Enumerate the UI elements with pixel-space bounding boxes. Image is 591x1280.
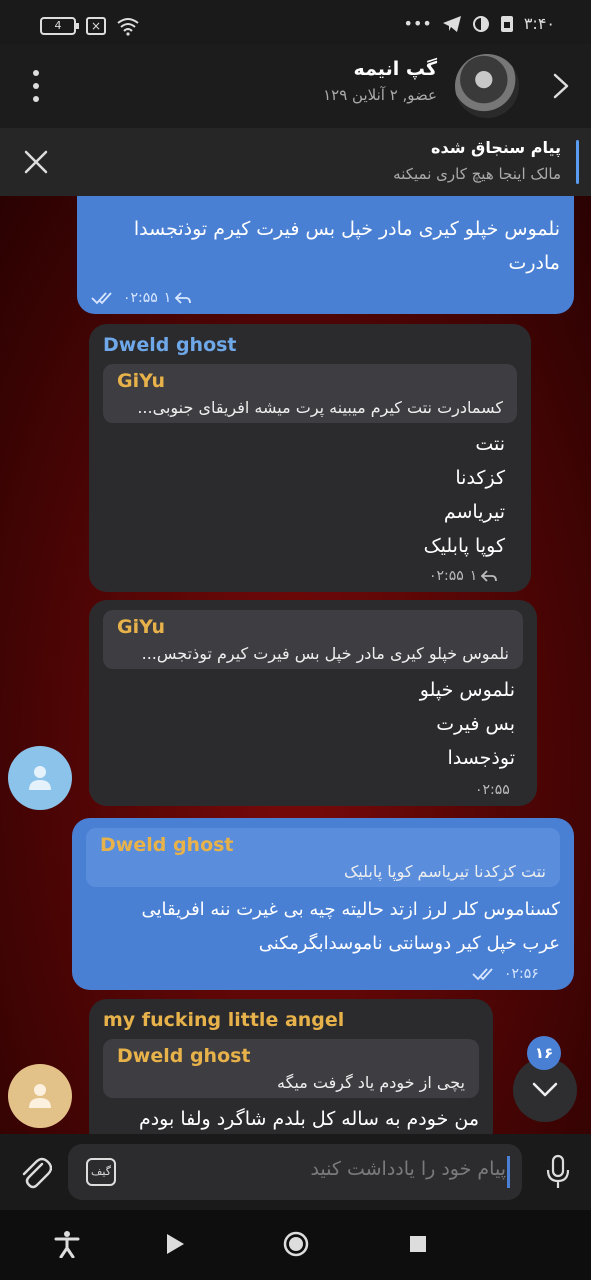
reply-sender: Dweld ghost bbox=[100, 834, 234, 856]
attach-icon[interactable] bbox=[18, 1154, 52, 1190]
chat-header: گپ انیمه ۱۲۹ عضو, ۲ آنلاین bbox=[0, 44, 591, 128]
reply-arrow-icon bbox=[175, 292, 192, 304]
user-icon bbox=[29, 1084, 51, 1108]
message-bubble[interactable]: my fucking little angel Dweld ghost یچی … bbox=[89, 999, 493, 1134]
message-meta: ۰۲:۵۵ ۱ bbox=[91, 290, 192, 306]
reply-count[interactable]: ۱ bbox=[470, 568, 499, 584]
close-icon[interactable] bbox=[20, 146, 52, 178]
message-line: نتت bbox=[475, 433, 505, 455]
sender-avatar[interactable] bbox=[8, 1064, 72, 1128]
message-time: ۰۲:۵۵ bbox=[123, 290, 158, 306]
message-time: ۰۲:۵۵ bbox=[429, 568, 464, 584]
circle-icon bbox=[472, 15, 489, 32]
reply-preview[interactable]: GiYu نلموس خپلو کیری مادر خپل بس فیرت کی… bbox=[103, 610, 523, 669]
system-navigation-bar bbox=[0, 1210, 591, 1280]
message-meta: ۰۲:۵۶ bbox=[472, 966, 539, 982]
group-avatar[interactable] bbox=[455, 54, 519, 118]
close-box-icon: × bbox=[86, 17, 106, 35]
reply-text: نتت کزکدنا تیریاسم کوپا پابلیک bbox=[343, 862, 546, 881]
message-line: نلموس خپلو bbox=[419, 679, 515, 701]
pinned-text-block: پیام سنجاق شده مالک اینجا هیچ کاری نمیکن… bbox=[393, 138, 561, 183]
back-arrow-icon[interactable] bbox=[549, 72, 573, 100]
gif-button[interactable]: گیف bbox=[86, 1158, 116, 1186]
sender-avatar[interactable] bbox=[8, 746, 72, 810]
battery-icon: 4 bbox=[40, 17, 79, 35]
chat-title-block[interactable]: گپ انیمه ۱۲۹ عضو, ۲ آنلاین bbox=[323, 58, 437, 104]
more-menu-icon[interactable] bbox=[22, 66, 50, 106]
message-line: توذجسدا bbox=[447, 747, 515, 769]
pinned-indicator bbox=[576, 140, 579, 184]
more-dots-icon: ••• bbox=[403, 14, 432, 33]
reply-text: نلموس خپلو کیری مادر خپل بس فیرت کیرم تو… bbox=[141, 644, 509, 663]
reply-sender: GiYu bbox=[117, 370, 166, 392]
input-placeholder: پیام خود را یادداشت کنید bbox=[310, 1158, 506, 1180]
message-meta: ۰۲:۵۵ bbox=[475, 782, 510, 798]
reply-sender: Dweld ghost bbox=[117, 1045, 251, 1067]
double-check-icon bbox=[472, 968, 493, 981]
message-line: تیریاسم bbox=[443, 501, 505, 523]
message-bubble[interactable]: نلموس خپلو کیری مادر خپل بس فیرت کیرم تو… bbox=[77, 196, 574, 314]
message-time: ۰۲:۵۵ bbox=[475, 782, 510, 798]
pinned-message-bar[interactable]: پیام سنجاق شده مالک اینجا هیچ کاری نمیکن… bbox=[0, 128, 591, 196]
chat-title: گپ انیمه bbox=[353, 58, 437, 80]
sim-icon bbox=[500, 15, 513, 32]
pinned-title: پیام سنجاق شده bbox=[431, 138, 561, 157]
text-caret bbox=[507, 1156, 510, 1188]
chat-area[interactable]: نلموس خپلو کیری مادر خپل بس فیرت کیرم تو… bbox=[0, 196, 591, 1134]
wifi-icon bbox=[117, 18, 139, 36]
chevron-down-icon bbox=[532, 1082, 558, 1097]
play-icon[interactable] bbox=[164, 1232, 186, 1256]
accessibility-icon[interactable] bbox=[54, 1230, 80, 1258]
telegram-icon bbox=[442, 15, 461, 32]
message-line: کسناموس کلر لرز ازتد حالیته چیه بی غیرت … bbox=[141, 899, 560, 920]
pinned-content: مالک اینجا هیچ کاری نمیکنه bbox=[393, 165, 561, 183]
message-line: من خودم به ساله کل بلدم شاگرد ولفا بودم bbox=[138, 1108, 479, 1130]
unread-count-badge[interactable]: ۱۶ bbox=[527, 1036, 561, 1070]
status-left: 4 × bbox=[40, 16, 140, 36]
message-bubble[interactable]: Dweld ghost نتت کزکدنا تیریاسم کوپا پابل… bbox=[72, 818, 574, 990]
sender-name[interactable]: my fucking little angel bbox=[103, 1009, 479, 1031]
message-meta: ۰۲:۵۵ ۱ bbox=[429, 568, 498, 584]
reply-text: کسمادرت نتت کیرم میبینه پرت میشه افریقای… bbox=[137, 398, 503, 417]
reply-preview[interactable]: GiYu کسمادرت نتت کیرم میبینه پرت میشه اف… bbox=[103, 364, 517, 423]
message-line: نلموس خپلو کیری مادر خپل بس فیرت کیرم تو… bbox=[133, 218, 560, 240]
reply-count[interactable]: ۱ bbox=[164, 290, 193, 306]
message-bubble[interactable]: GiYu نلموس خپلو کیری مادر خپل بس فیرت کی… bbox=[89, 600, 537, 806]
message-line: عرب خپل کیر دوسانتی ناموسدابگرمکنی bbox=[258, 933, 560, 954]
message-input-bar: گیف پیام خود را یادداشت کنید bbox=[0, 1134, 591, 1210]
reply-text: یچی از خودم یاد گرفت میگه bbox=[277, 1073, 465, 1092]
status-right: ••• ۳:۴۰ bbox=[404, 14, 555, 33]
reply-preview[interactable]: Dweld ghost نتت کزکدنا تیریاسم کوپا پابل… bbox=[86, 828, 560, 887]
message-bubble[interactable]: Dweld ghost GiYu کسمادرت نتت کیرم میبینه… bbox=[89, 324, 531, 592]
sender-name[interactable]: Dweld ghost bbox=[103, 334, 517, 356]
message-line: کوپا پابلیک bbox=[423, 535, 505, 557]
message-time: ۰۲:۵۶ bbox=[504, 966, 539, 982]
message-line: مادرت bbox=[508, 252, 561, 274]
message-input[interactable]: گیف پیام خود را یادداشت کنید bbox=[68, 1144, 522, 1200]
reply-arrow-icon bbox=[481, 570, 498, 582]
stop-icon[interactable] bbox=[408, 1234, 428, 1254]
message-line: بس فیرت bbox=[436, 713, 515, 735]
message-line: کزکدنا bbox=[455, 467, 505, 489]
home-icon[interactable] bbox=[282, 1230, 310, 1258]
user-icon bbox=[29, 766, 51, 790]
clock: ۳:۴۰ bbox=[523, 14, 555, 33]
status-bar: 4 × ••• ۳:۴۰ bbox=[0, 0, 591, 44]
chat-subtitle: ۱۲۹ عضو, ۲ آنلاین bbox=[323, 86, 437, 104]
microphone-icon[interactable] bbox=[545, 1154, 571, 1190]
reply-preview[interactable]: Dweld ghost یچی از خودم یاد گرفت میگه bbox=[103, 1039, 479, 1098]
reply-sender: GiYu bbox=[117, 616, 166, 638]
double-check-icon bbox=[91, 292, 112, 305]
